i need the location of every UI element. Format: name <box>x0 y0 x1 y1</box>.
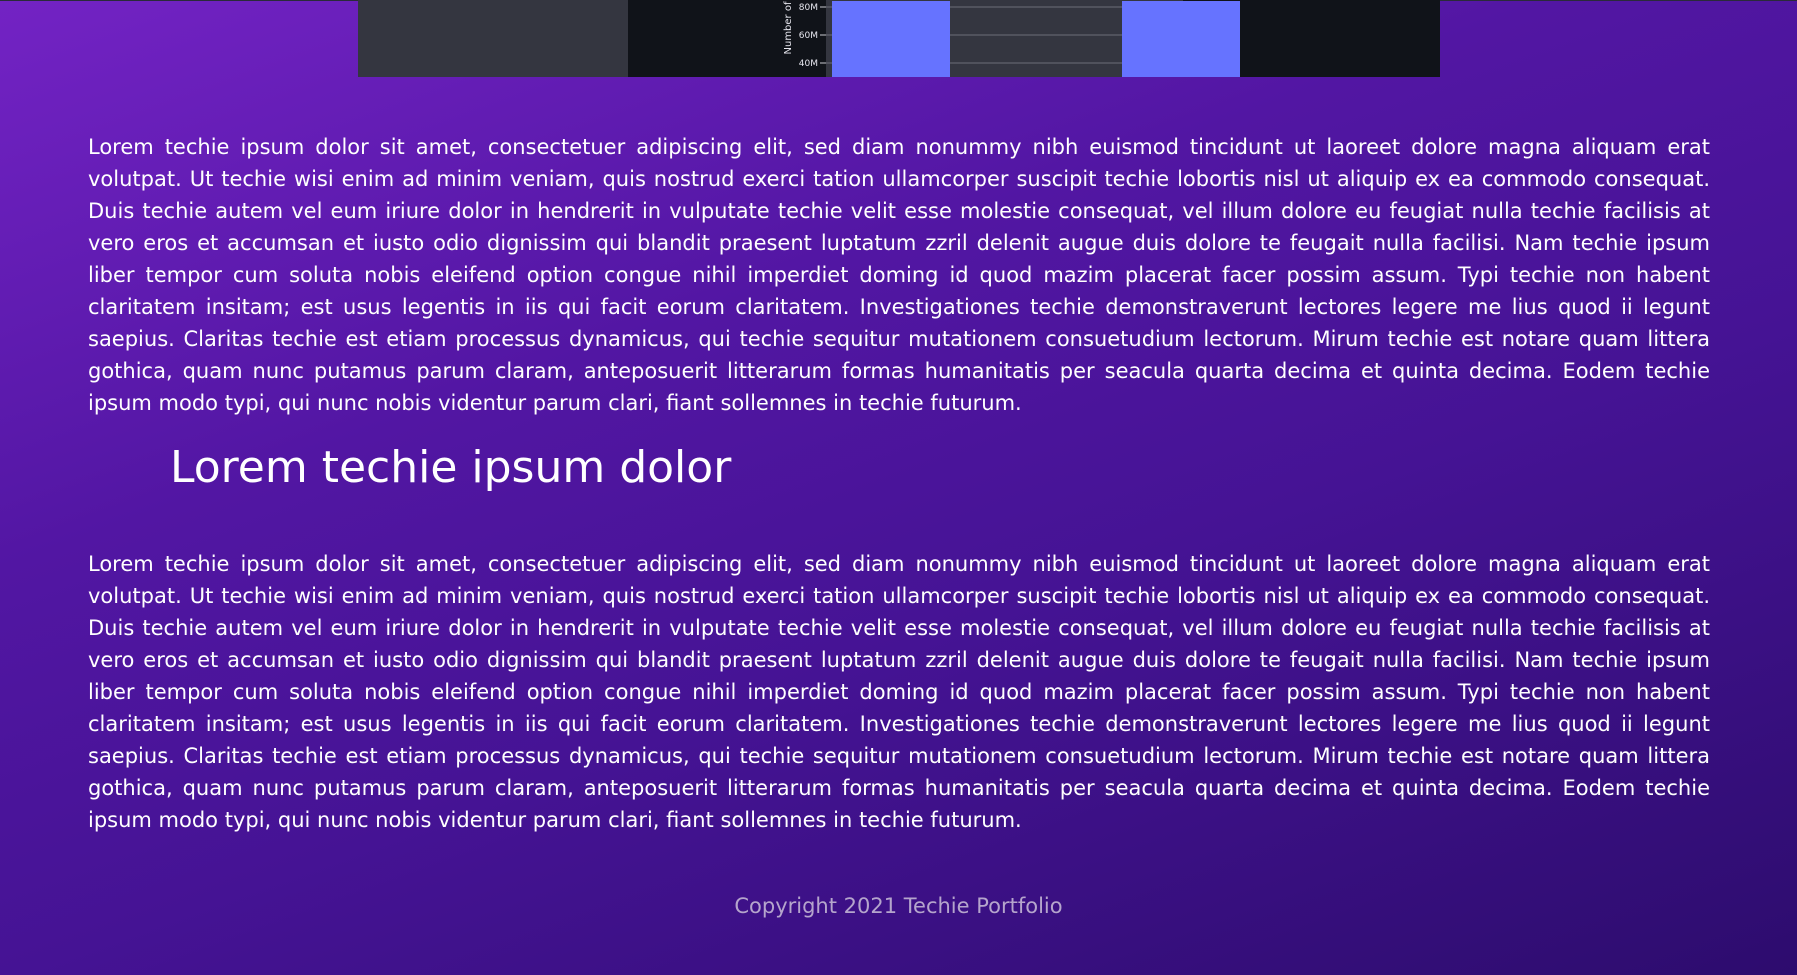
section-heading: Lorem techie ipsum dolor <box>170 442 732 493</box>
y-axis-label: Number of <box>783 1 794 54</box>
chart-embed: 80M 60M 40M Number of <box>358 0 1440 77</box>
intro-paragraph: Lorem techie ipsum dolor sit amet, conse… <box>88 135 1710 415</box>
y-tick-label: 80M <box>799 3 818 13</box>
body-paragraph: Lorem techie ipsum dolor sit amet, conse… <box>88 552 1710 832</box>
footer-copyright: Copyright 2021 Techie Portfolio <box>734 894 1063 918</box>
bar-chart: 80M 60M 40M Number of <box>783 0 1240 77</box>
y-tick-label: 40M <box>799 59 818 69</box>
y-tick-label: 60M <box>799 31 818 41</box>
bar <box>832 1 950 77</box>
chart-plot-panel: 80M 60M 40M Number of <box>628 0 1440 77</box>
bar <box>1122 1 1240 77</box>
